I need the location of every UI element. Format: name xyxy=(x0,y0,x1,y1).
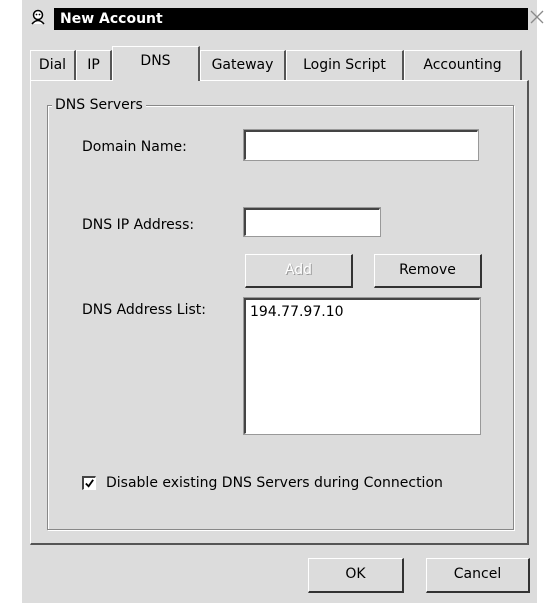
dns-servers-group: DNS Servers Domain Name: DNS IP Address:… xyxy=(47,96,514,530)
disable-dns-checkbox-label: Disable existing DNS Servers during Conn… xyxy=(106,475,443,491)
list-item[interactable]: 194.77.97.10 xyxy=(250,304,475,320)
cancel-button[interactable]: Cancel xyxy=(426,558,530,593)
dns-ip-address-field[interactable] xyxy=(243,207,381,237)
add-button[interactable]: Add xyxy=(245,254,353,288)
dns-address-list-label: DNS Address List: xyxy=(82,302,206,318)
new-account-window: New Account Dial IP DNS Gateway Login Sc… xyxy=(22,0,544,603)
domain-name-field[interactable] xyxy=(243,129,479,161)
tab-dial[interactable]: Dial xyxy=(30,50,76,80)
checkmark-icon xyxy=(85,479,94,488)
remove-button[interactable]: Remove xyxy=(374,254,482,288)
disable-dns-checkbox[interactable] xyxy=(82,476,96,490)
user-icon xyxy=(31,9,45,25)
domain-name-label: Domain Name: xyxy=(82,139,187,155)
title-bar[interactable]: New Account xyxy=(22,0,544,33)
dns-ip-address-label: DNS IP Address: xyxy=(82,217,195,233)
tab-ip[interactable]: IP xyxy=(76,50,112,80)
tab-login-script[interactable]: Login Script xyxy=(286,50,404,80)
dns-servers-group-label: DNS Servers xyxy=(52,96,146,114)
tab-bar: Dial IP DNS Gateway Login Script Account… xyxy=(22,46,537,81)
dns-address-list[interactable]: 194.77.97.10 xyxy=(243,297,481,435)
window-title: New Account xyxy=(54,8,528,30)
close-icon[interactable] xyxy=(529,9,545,25)
tab-gateway[interactable]: Gateway xyxy=(200,50,286,80)
tab-accounting[interactable]: Accounting xyxy=(404,50,522,80)
dns-tab-panel: DNS Servers Domain Name: DNS IP Address:… xyxy=(30,80,529,545)
ok-button[interactable]: OK xyxy=(308,558,404,593)
tab-dns[interactable]: DNS xyxy=(112,46,200,81)
